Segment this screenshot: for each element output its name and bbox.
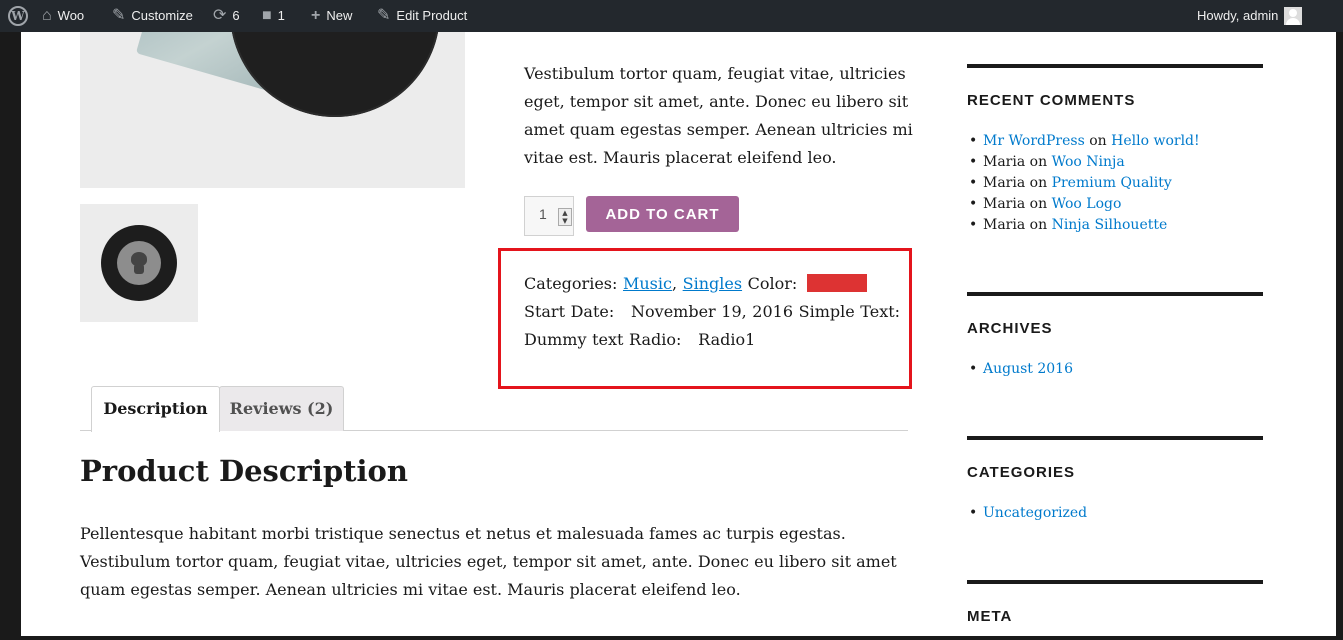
list-item: August 2016: [967, 359, 1073, 380]
quantity-input[interactable]: 1 ▲ ▼: [524, 196, 574, 236]
list-item: Mr WordPress on Hello world!: [967, 131, 1200, 152]
add-to-cart-button[interactable]: ADD TO CART: [586, 196, 739, 232]
edit-product-link[interactable]: ✎ Edit Product: [377, 0, 467, 32]
start-date-label: Start Date:: [524, 302, 615, 321]
updates-icon: ⟳: [213, 7, 227, 24]
comment-post-link[interactable]: Woo Ninja: [1052, 154, 1125, 170]
simple-text-value: Dummy text: [524, 330, 624, 349]
comment-on-text: on: [1029, 175, 1048, 191]
list-item: Maria on Ninja Silhouette: [967, 215, 1200, 236]
comment-post-link[interactable]: Ninja Silhouette: [1052, 217, 1168, 233]
customize-link[interactable]: ✎ Customize: [112, 0, 193, 32]
product-description-heading: Product Description: [80, 454, 408, 488]
pencil-icon: ✎: [377, 7, 391, 24]
home-icon: ⌂: [42, 7, 52, 24]
plus-icon: +: [311, 7, 321, 24]
comment-author: Maria: [983, 175, 1026, 191]
quantity-spinner-icon[interactable]: ▲ ▼: [558, 208, 572, 226]
wordpress-menu[interactable]: W: [8, 0, 28, 32]
product-thumbnail[interactable]: [80, 204, 198, 322]
new-content-link[interactable]: + New: [311, 0, 352, 32]
comment-on-text: on: [1029, 217, 1048, 233]
comment-post-link[interactable]: Premium Quality: [1052, 175, 1172, 191]
page-content: Vestibulum tortor quam, feugiat vitae, u…: [21, 32, 1336, 636]
categories-title: CATEGORIES: [967, 464, 1076, 481]
quantity-value: 1: [539, 206, 547, 222]
category-link[interactable]: Uncategorized: [983, 505, 1087, 521]
recent-comments-list: Mr WordPress on Hello world! Maria on Wo…: [967, 131, 1200, 236]
site-menu[interactable]: ⌂ Woo: [42, 0, 84, 32]
greeting: Howdy, admin: [1197, 8, 1279, 23]
site-name: Woo: [57, 8, 85, 23]
widget-divider: [967, 64, 1263, 68]
edit-product-label: Edit Product: [396, 8, 468, 23]
list-item: Maria on Premium Quality: [967, 173, 1200, 194]
account-menu[interactable]: Howdy, admin: [1197, 0, 1303, 32]
categories-label: Categories:: [524, 274, 618, 293]
customize-label: Customize: [131, 8, 193, 23]
product-description-text: Pellentesque habitant morbi tristique se…: [80, 524, 897, 599]
simple-text-label: Simple Text:: [798, 302, 901, 321]
product-short-description: Vestibulum tortor quam, feugiat vitae, u…: [524, 64, 913, 167]
comment-post-link[interactable]: Hello world!: [1111, 133, 1200, 149]
comment-on-text: on: [1089, 133, 1107, 149]
comment-author: Maria: [983, 217, 1026, 233]
updates-link[interactable]: ⟳ 6: [213, 0, 240, 32]
new-label: New: [326, 8, 353, 23]
radio-label: Radio:: [629, 330, 682, 349]
comment-on-text: on: [1029, 154, 1048, 170]
comments-link[interactable]: ■ 1: [262, 0, 285, 32]
list-item: Uncategorized: [967, 503, 1087, 524]
comment-author-link[interactable]: Mr WordPress: [983, 133, 1085, 149]
start-date-value: November 19, 2016: [631, 302, 794, 321]
comments-count: 1: [277, 8, 285, 23]
color-label: Color:: [747, 274, 798, 293]
list-item: Maria on Woo Ninja: [967, 152, 1200, 173]
brush-icon: ✎: [112, 7, 126, 24]
wordpress-logo-icon: W: [8, 6, 28, 26]
recent-comments-title: RECENT COMMENTS: [967, 92, 1136, 109]
comment-post-link[interactable]: Woo Logo: [1052, 196, 1122, 212]
comment-on-text: on: [1029, 196, 1048, 212]
category-link-music[interactable]: Music: [623, 274, 672, 293]
color-swatch: [807, 274, 868, 292]
product-main-image[interactable]: [80, 32, 465, 188]
admin-bar: W ⌂ Woo ✎ Customize ⟳ 6 ■ 1 + New ✎ Edit…: [0, 0, 1343, 32]
tab-reviews[interactable]: Reviews (2): [219, 386, 344, 431]
ninja-body-icon: [134, 264, 144, 274]
category-link-singles[interactable]: Singles: [683, 274, 742, 293]
widget-divider: [967, 436, 1263, 440]
categories-list: Uncategorized: [967, 503, 1087, 524]
radio-value: Radio1: [698, 330, 756, 349]
widget-divider: [967, 292, 1263, 296]
comment-author: Maria: [983, 196, 1026, 212]
archives-list: August 2016: [967, 359, 1073, 380]
comment-author: Maria: [983, 154, 1026, 170]
archives-title: ARCHIVES: [967, 320, 1053, 337]
product-meta: Categories: Music, Singles Color: Start …: [524, 274, 901, 349]
tab-description[interactable]: Description: [91, 386, 220, 432]
comment-icon: ■: [262, 7, 272, 24]
vinyl-record-image: [230, 32, 440, 117]
updates-count: 6: [232, 8, 240, 23]
archive-link[interactable]: August 2016: [983, 361, 1073, 377]
avatar: [1284, 7, 1303, 25]
meta-title: META: [967, 608, 1013, 625]
list-item: Maria on Woo Logo: [967, 194, 1200, 215]
widget-divider: [967, 580, 1263, 584]
